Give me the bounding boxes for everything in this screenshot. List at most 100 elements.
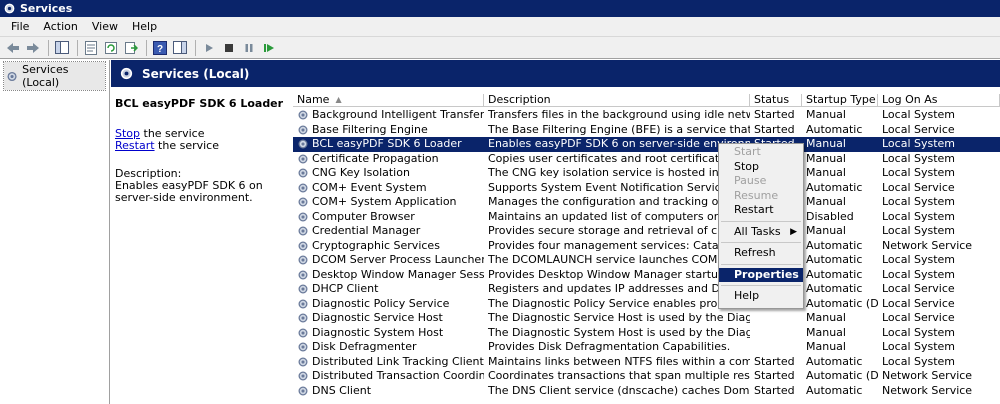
column-header-startup-type[interactable]: Startup Type bbox=[802, 94, 878, 106]
service-name: Certificate Propagation bbox=[312, 151, 439, 165]
window-title: Services bbox=[20, 2, 73, 15]
sort-ascending-icon: ▲ bbox=[335, 95, 342, 104]
service-gear-icon bbox=[298, 139, 308, 149]
export-list-icon[interactable] bbox=[122, 39, 140, 57]
table-row[interactable]: DNS Client The DNS Client service (dnscac… bbox=[293, 384, 1000, 399]
table-row[interactable]: DHCP Client Registers and updates IP addr… bbox=[293, 282, 1000, 297]
menu-separator bbox=[721, 263, 801, 265]
table-row[interactable]: Cryptographic Services Provides four mana… bbox=[293, 239, 1000, 254]
cell-startup-type: Automatic bbox=[806, 238, 863, 252]
column-header-name[interactable]: Name ▲ bbox=[293, 94, 484, 106]
start-service-icon[interactable] bbox=[200, 39, 218, 57]
menu-help[interactable]: Help bbox=[125, 20, 164, 33]
table-row[interactable]: Background Intelligent Transfer Service T… bbox=[293, 108, 1000, 123]
show-hide-action-pane-icon[interactable] bbox=[171, 39, 189, 57]
service-gear-icon bbox=[298, 342, 308, 352]
service-gear-icon bbox=[298, 313, 308, 323]
table-row[interactable]: Credential Manager Provides secure storag… bbox=[293, 224, 1000, 239]
stop-service-icon[interactable] bbox=[220, 39, 238, 57]
submenu-arrow-icon: ▶ bbox=[790, 226, 797, 237]
cell-status: Started bbox=[754, 383, 795, 397]
column-header-description[interactable]: Description bbox=[484, 94, 750, 106]
service-name: COM+ System Application bbox=[312, 195, 457, 208]
cell-description: Provides secure storage and retrieval of… bbox=[488, 224, 750, 237]
cell-startup-type: Manual bbox=[806, 224, 846, 237]
table-row[interactable]: Distributed Link Tracking Client Maintain… bbox=[293, 355, 1000, 370]
menu-file[interactable]: File bbox=[4, 20, 36, 33]
restart-suffix: the service bbox=[154, 139, 219, 152]
table-row[interactable]: Base Filtering Engine The Base Filtering … bbox=[293, 123, 1000, 138]
service-gear-icon bbox=[298, 168, 308, 178]
cell-log-on-as: Network Service bbox=[882, 383, 973, 397]
console-tree-icon[interactable] bbox=[53, 39, 71, 57]
menu-separator bbox=[721, 242, 801, 243]
cell-name: Desktop Window Manager Session Man... bbox=[293, 268, 484, 283]
table-row[interactable]: Diagnostic Service Host The Diagnostic Se… bbox=[293, 311, 1000, 326]
toolbar-separator bbox=[77, 39, 78, 56]
cell-description: Registers and updates IP addresses and D… bbox=[488, 282, 750, 295]
extended-detail-panel: BCL easyPDF SDK 6 Loader Stop the servic… bbox=[111, 87, 292, 404]
menu-view[interactable]: View bbox=[85, 20, 125, 33]
table-row[interactable]: Distributed Transaction Coordinator Coord… bbox=[293, 369, 1000, 384]
cell-log-on-as: Local Service bbox=[882, 282, 955, 295]
menu-bar: File Action View Help bbox=[0, 17, 1000, 37]
column-header-status[interactable]: Status bbox=[750, 94, 802, 106]
cell-startup-type: Manual bbox=[806, 137, 846, 150]
cell-name: BCL easyPDF SDK 6 Loader bbox=[293, 137, 484, 152]
pane-title: Services (Local) bbox=[142, 66, 250, 81]
table-row[interactable]: CNG Key Isolation The CNG key isolation s… bbox=[293, 166, 1000, 181]
pause-service-icon[interactable] bbox=[240, 39, 258, 57]
restart-service-icon[interactable] bbox=[260, 39, 278, 57]
table-row[interactable]: Desktop Window Manager Session Man... Pro… bbox=[293, 268, 1000, 283]
menu-item-refresh[interactable]: Refresh bbox=[719, 246, 803, 261]
table-row[interactable]: DCOM Server Process Launcher The DCOMLAUN… bbox=[293, 253, 1000, 268]
service-gear-icon bbox=[298, 241, 308, 251]
table-row[interactable]: Disk Defragmenter Provides Disk Defragmen… bbox=[293, 340, 1000, 355]
services-gear-icon bbox=[4, 3, 15, 14]
cell-description: Manages the configuration and tracking o… bbox=[488, 195, 750, 208]
table-row[interactable]: Diagnostic System Host The Diagnostic Sys… bbox=[293, 326, 1000, 341]
service-gear-icon bbox=[298, 255, 308, 265]
menu-item-stop[interactable]: Stop bbox=[719, 160, 803, 175]
table-row[interactable]: BCL easyPDF SDK 6 Loader Enables easyPDF … bbox=[293, 137, 1000, 152]
refresh-icon[interactable] bbox=[102, 39, 120, 57]
back-icon[interactable] bbox=[4, 39, 22, 57]
console-tree: Services (Local) bbox=[0, 60, 110, 404]
service-name: Credential Manager bbox=[312, 224, 421, 237]
cell-status: Started bbox=[754, 354, 795, 368]
cell-name: CNG Key Isolation bbox=[293, 166, 484, 181]
service-gear-icon bbox=[298, 154, 308, 164]
table-row[interactable]: COM+ Event System Supports System Event N… bbox=[293, 181, 1000, 196]
menu-item-properties[interactable]: Properties bbox=[719, 267, 803, 282]
table-row[interactable]: Diagnostic Policy Service The Diagnostic … bbox=[293, 297, 1000, 312]
menu-item-restart[interactable]: Restart bbox=[719, 203, 803, 218]
properties-sheet-icon[interactable] bbox=[82, 39, 100, 57]
cell-name: Computer Browser bbox=[293, 210, 484, 225]
cell-log-on-as: Local System bbox=[882, 108, 956, 121]
cell-name: Base Filtering Engine bbox=[293, 123, 484, 138]
cell-startup-type: Automatic bbox=[806, 180, 863, 194]
menu-item-all-tasks[interactable]: All Tasks ▶ bbox=[719, 225, 803, 240]
toolbar-separator bbox=[48, 39, 49, 56]
service-name: Diagnostic Service Host bbox=[312, 311, 443, 324]
cell-name: Distributed Transaction Coordinator bbox=[293, 369, 484, 384]
cell-log-on-as: Local System bbox=[882, 151, 956, 165]
menu-item-help[interactable]: Help bbox=[719, 289, 803, 304]
tree-item-services-local[interactable]: Services (Local) bbox=[3, 61, 106, 91]
cell-log-on-as: Local System bbox=[882, 253, 956, 266]
column-header-log-on-as[interactable]: Log On As bbox=[878, 94, 1000, 106]
forward-icon[interactable] bbox=[24, 39, 42, 57]
cell-description: The DCOMLAUNCH service launches COM and … bbox=[488, 253, 750, 266]
menu-item-label: All Tasks bbox=[734, 224, 781, 238]
menu-item-resume: Resume bbox=[734, 188, 779, 202]
help-icon[interactable]: ? bbox=[151, 39, 169, 57]
table-row[interactable]: Computer Browser Maintains an updated lis… bbox=[293, 210, 1000, 225]
restart-service-link[interactable]: Restart bbox=[115, 139, 155, 152]
table-row[interactable]: Certificate Propagation Copies user certi… bbox=[293, 152, 1000, 167]
toolbar: ? bbox=[0, 37, 1000, 59]
table-row[interactable]: COM+ System Application Manages the confi… bbox=[293, 195, 1000, 210]
title-bar: Services bbox=[0, 0, 1000, 17]
menu-action[interactable]: Action bbox=[36, 20, 84, 33]
cell-log-on-as: Local Service bbox=[882, 122, 955, 136]
cell-log-on-as: Network Service bbox=[882, 238, 973, 252]
